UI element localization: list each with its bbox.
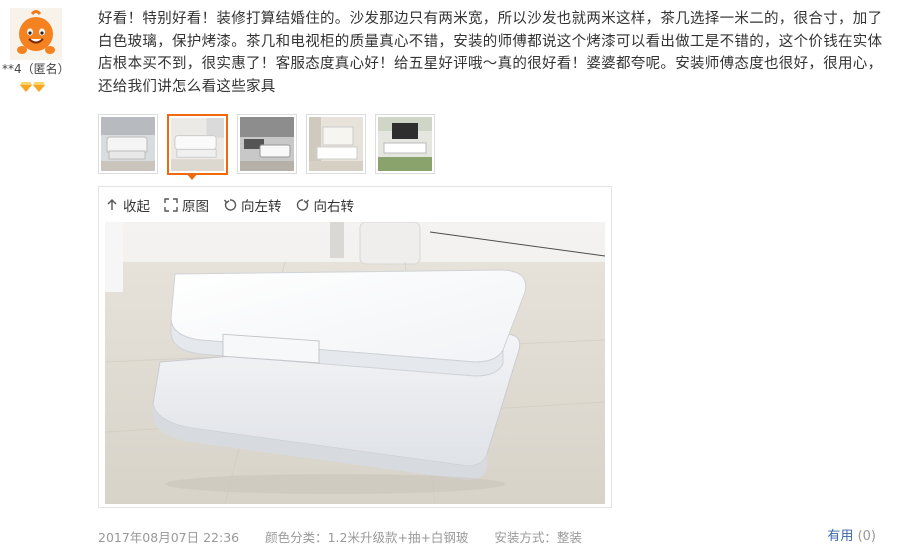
orange-mascot-avatar-icon <box>10 8 62 60</box>
thumb-3[interactable] <box>237 114 297 174</box>
rotate-right-button[interactable]: 向右转 <box>296 195 355 215</box>
viewer-toolbar: 收起 原图 向左转 向右转 <box>105 195 354 215</box>
rotate-left-label: 向左转 <box>241 199 282 215</box>
product-photo[interactable] <box>105 222 605 504</box>
color-category: 颜色分类：1.2米升级款+抽+白钢玻 <box>265 530 469 545</box>
expand-icon <box>164 198 178 212</box>
review-date: 2017年08月07日 22:36 <box>98 530 240 545</box>
coffee-table-photo <box>105 222 605 504</box>
thumb-1[interactable] <box>98 114 158 174</box>
original-image-label: 原图 <box>182 199 209 215</box>
user-name: **4（匿名） <box>2 62 70 76</box>
thumbnail-strip <box>98 114 435 175</box>
useful-label: 有用 <box>827 529 854 544</box>
useful-button[interactable]: 有用 (0) <box>827 525 876 544</box>
image-viewer: 收起 原图 向左转 向右转 <box>98 186 612 508</box>
review-meta: 2017年08月07日 22:36 颜色分类：1.2米升级款+抽+白钢玻 安装方… <box>98 527 604 546</box>
collapse-label: 收起 <box>123 199 150 215</box>
original-image-button[interactable]: 原图 <box>164 195 209 215</box>
thumb-4[interactable] <box>306 114 366 174</box>
collapse-button[interactable]: 收起 <box>105 195 150 215</box>
rotate-right-icon <box>296 199 309 211</box>
thumb-2[interactable] <box>167 114 228 175</box>
arrow-up-icon <box>107 199 117 210</box>
diamond-level-badge-icon <box>20 82 45 92</box>
thumb-5[interactable] <box>375 114 435 174</box>
useful-count: (0) <box>857 529 876 544</box>
rotate-left-button[interactable]: 向左转 <box>223 195 282 215</box>
review-text: 好看！特别好看！装修打算结婚住的。沙发那边只有两米宽，所以沙发也就两米这样，茶几… <box>98 11 883 95</box>
selected-thumb-indicator <box>186 173 198 180</box>
avatar[interactable] <box>10 8 62 60</box>
rotate-left-icon <box>223 199 237 211</box>
rotate-right-label: 向右转 <box>313 199 355 215</box>
install-method: 安装方式：整装 <box>494 530 582 545</box>
